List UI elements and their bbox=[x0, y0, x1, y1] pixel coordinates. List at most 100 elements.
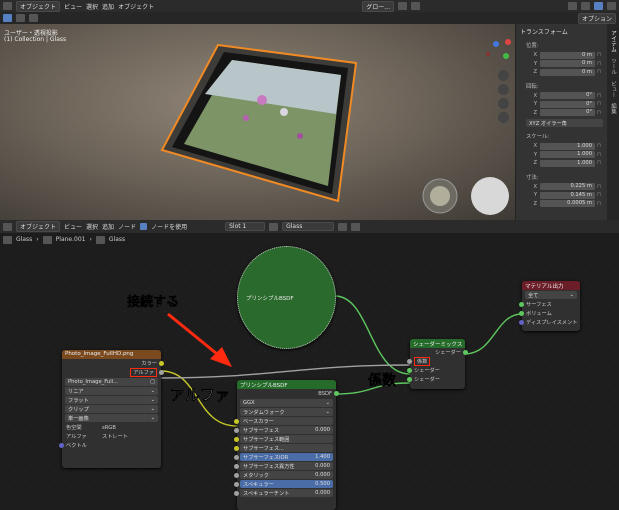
axis-label: X bbox=[533, 143, 537, 150]
node-editor-header: オブジェクト ビュー 選択 追加 ノード ノードを使用 Slot 1 Glass bbox=[0, 220, 619, 233]
tab-view[interactable]: ビュー bbox=[609, 81, 617, 98]
scale-label: スケール: bbox=[526, 134, 550, 140]
menu-view[interactable]: ビュー bbox=[64, 2, 82, 11]
node-menu-add[interactable]: 追加 bbox=[102, 222, 114, 231]
object-icon bbox=[3, 235, 12, 244]
overlay-icon[interactable] bbox=[568, 2, 577, 10]
viewport-header: オブジェクト ビュー 選択 追加 オブジェクト グロー... bbox=[0, 0, 619, 12]
pin-icon[interactable] bbox=[351, 222, 361, 231]
rotation-x-row: X 0° ⊓ bbox=[526, 92, 603, 101]
camera-icon[interactable] bbox=[498, 98, 509, 109]
tab-tool[interactable]: ツール bbox=[609, 58, 617, 75]
snap-icon[interactable] bbox=[398, 2, 407, 10]
proportional-edit-icon[interactable] bbox=[411, 2, 420, 10]
use-nodes-checkbox[interactable] bbox=[140, 223, 148, 230]
rotation-mode-dropdown[interactable]: XYZ オイラー角 bbox=[526, 119, 603, 127]
rotation-y-row: Y 0° ⊓ bbox=[526, 100, 603, 109]
breadcrumb: Glass › Plane.001 › Glass bbox=[0, 233, 619, 246]
node-menu-node[interactable]: ノード bbox=[118, 222, 136, 231]
transform-header[interactable]: トランスフォーム bbox=[520, 27, 603, 36]
annotation-arrow bbox=[167, 312, 232, 367]
location-x-field[interactable]: 0 m bbox=[540, 51, 595, 59]
breadcrumb-object: Glass bbox=[16, 236, 33, 243]
location-y-row: Y0 m ⊓ bbox=[526, 60, 603, 69]
lock-icon[interactable]: ⊓ bbox=[595, 192, 603, 198]
sidebar-transform-panel: トランスフォーム 位置: X0 m ⊓ Y 0 m ⊓ Z 0 m ⊓ 回転: X 0° ⊓ Y 0°… bbox=[515, 24, 607, 220]
lock-icon[interactable]: ⊓ bbox=[595, 61, 603, 67]
navigation-gizmo[interactable] bbox=[478, 32, 518, 72]
scale-x-row: X 1.000 ⊓ bbox=[526, 142, 603, 151]
rotation-z-field[interactable]: 0° bbox=[540, 109, 595, 117]
menu-add[interactable]: 追加 bbox=[102, 2, 114, 11]
rotation-x-field[interactable]: 0° bbox=[540, 92, 595, 100]
lock-icon[interactable]: ⊓ bbox=[595, 52, 603, 58]
use-nodes-label: ノードを使用 bbox=[151, 224, 188, 231]
rotation-z-row: Z 0° ⊓ bbox=[526, 109, 603, 118]
rotation-y-field[interactable]: 0° bbox=[540, 100, 595, 108]
dimensions-z-row: Z 0.0005 m ⊓ bbox=[526, 200, 603, 209]
annotation-factor: 係数 bbox=[368, 373, 397, 390]
menu-select[interactable]: 選択 bbox=[86, 2, 98, 11]
lock-icon[interactable]: ⊓ bbox=[595, 69, 603, 75]
node-menu-view[interactable]: ビュー bbox=[64, 222, 82, 231]
select-extend-icon[interactable] bbox=[29, 14, 38, 22]
options-dropdown[interactable]: オプション bbox=[577, 12, 616, 24]
location-label: 位置: bbox=[526, 43, 539, 49]
lock-icon[interactable]: ⊓ bbox=[595, 201, 603, 207]
xray-icon[interactable] bbox=[581, 2, 590, 10]
dimensions-z-field[interactable]: 0.0005 m bbox=[540, 200, 595, 208]
location-y-field[interactable]: 0 m bbox=[540, 60, 595, 68]
lock-icon[interactable]: ⊓ bbox=[595, 110, 603, 116]
node-editor-canvas[interactable]: プリンシプルBSDF Photo_Image_FullHD.png カラー アル… bbox=[0, 246, 619, 510]
dimensions-x-row: X 0.225 m ⊓ bbox=[526, 183, 603, 192]
dimensions-x-field[interactable]: 0.225 m bbox=[540, 183, 595, 191]
axis-label: Y bbox=[533, 60, 537, 67]
rotation-label: 回転: bbox=[526, 83, 539, 90]
3d-viewport[interactable]: ユーザー・透視投影 (1) Collection | Glass bbox=[0, 24, 515, 220]
mode-dropdown[interactable]: オブジェクト bbox=[16, 0, 61, 12]
shading-material-icon[interactable] bbox=[594, 2, 603, 10]
scale-z-field[interactable]: 1.000 bbox=[540, 159, 595, 167]
lock-icon[interactable]: ⊓ bbox=[595, 160, 603, 166]
lock-icon[interactable]: ⊓ bbox=[595, 143, 603, 149]
transform-orientation-dropdown[interactable]: グロー... bbox=[362, 0, 394, 12]
scale-y-field[interactable]: 1.000 bbox=[540, 151, 595, 159]
menu-object[interactable]: オブジェクト bbox=[118, 2, 154, 11]
shading-rendered-icon[interactable] bbox=[607, 2, 616, 10]
tab-item[interactable]: アイテム bbox=[609, 30, 617, 52]
dimensions-y-field[interactable]: 0.145 m bbox=[540, 191, 595, 199]
fake-user-icon[interactable] bbox=[338, 222, 348, 231]
axis-label: Y bbox=[533, 151, 537, 158]
lock-icon[interactable]: ⊓ bbox=[595, 101, 603, 107]
lock-icon[interactable]: ⊓ bbox=[595, 93, 603, 99]
zoom-icon[interactable] bbox=[498, 70, 509, 81]
grid-icon[interactable] bbox=[498, 112, 509, 123]
scale-y-row: Y 1.000 ⊓ bbox=[526, 151, 603, 160]
lock-icon[interactable]: ⊓ bbox=[595, 152, 603, 158]
pan-icon[interactable] bbox=[498, 84, 509, 95]
axis-label: X bbox=[533, 92, 537, 99]
select-mode-icon[interactable] bbox=[16, 14, 25, 22]
matcap-preview-sphere bbox=[422, 177, 509, 215]
node-menu-select[interactable]: 選択 bbox=[86, 222, 98, 231]
axis-label: Z bbox=[533, 200, 537, 207]
mesh-icon bbox=[42, 235, 52, 244]
tool-header: オプション bbox=[0, 12, 619, 24]
axis-label: X bbox=[533, 52, 537, 59]
axis-label: Z bbox=[533, 109, 537, 116]
dimensions-label: 寸法: bbox=[526, 174, 539, 181]
breadcrumb-mesh: Plane.001 bbox=[55, 236, 86, 243]
axis-label: Y bbox=[533, 192, 537, 199]
select-tool-icon[interactable] bbox=[3, 14, 12, 22]
editor-type-icon[interactable] bbox=[3, 2, 12, 10]
slot-dropdown[interactable]: Slot 1 bbox=[225, 222, 266, 231]
scale-x-field[interactable]: 1.000 bbox=[540, 142, 595, 150]
tab-edit[interactable]: 編集 bbox=[609, 103, 617, 114]
lock-icon[interactable]: ⊓ bbox=[595, 184, 603, 190]
location-z-field[interactable]: 0 m bbox=[540, 68, 595, 76]
node-editor-type-icon[interactable] bbox=[3, 222, 12, 231]
annotation-alpha: アルファ bbox=[170, 386, 230, 405]
location-z-row: Z0 m ⊓ bbox=[526, 68, 603, 77]
material-name-field[interactable]: Glass bbox=[282, 222, 335, 231]
node-mode-dropdown[interactable]: オブジェクト bbox=[16, 221, 61, 232]
